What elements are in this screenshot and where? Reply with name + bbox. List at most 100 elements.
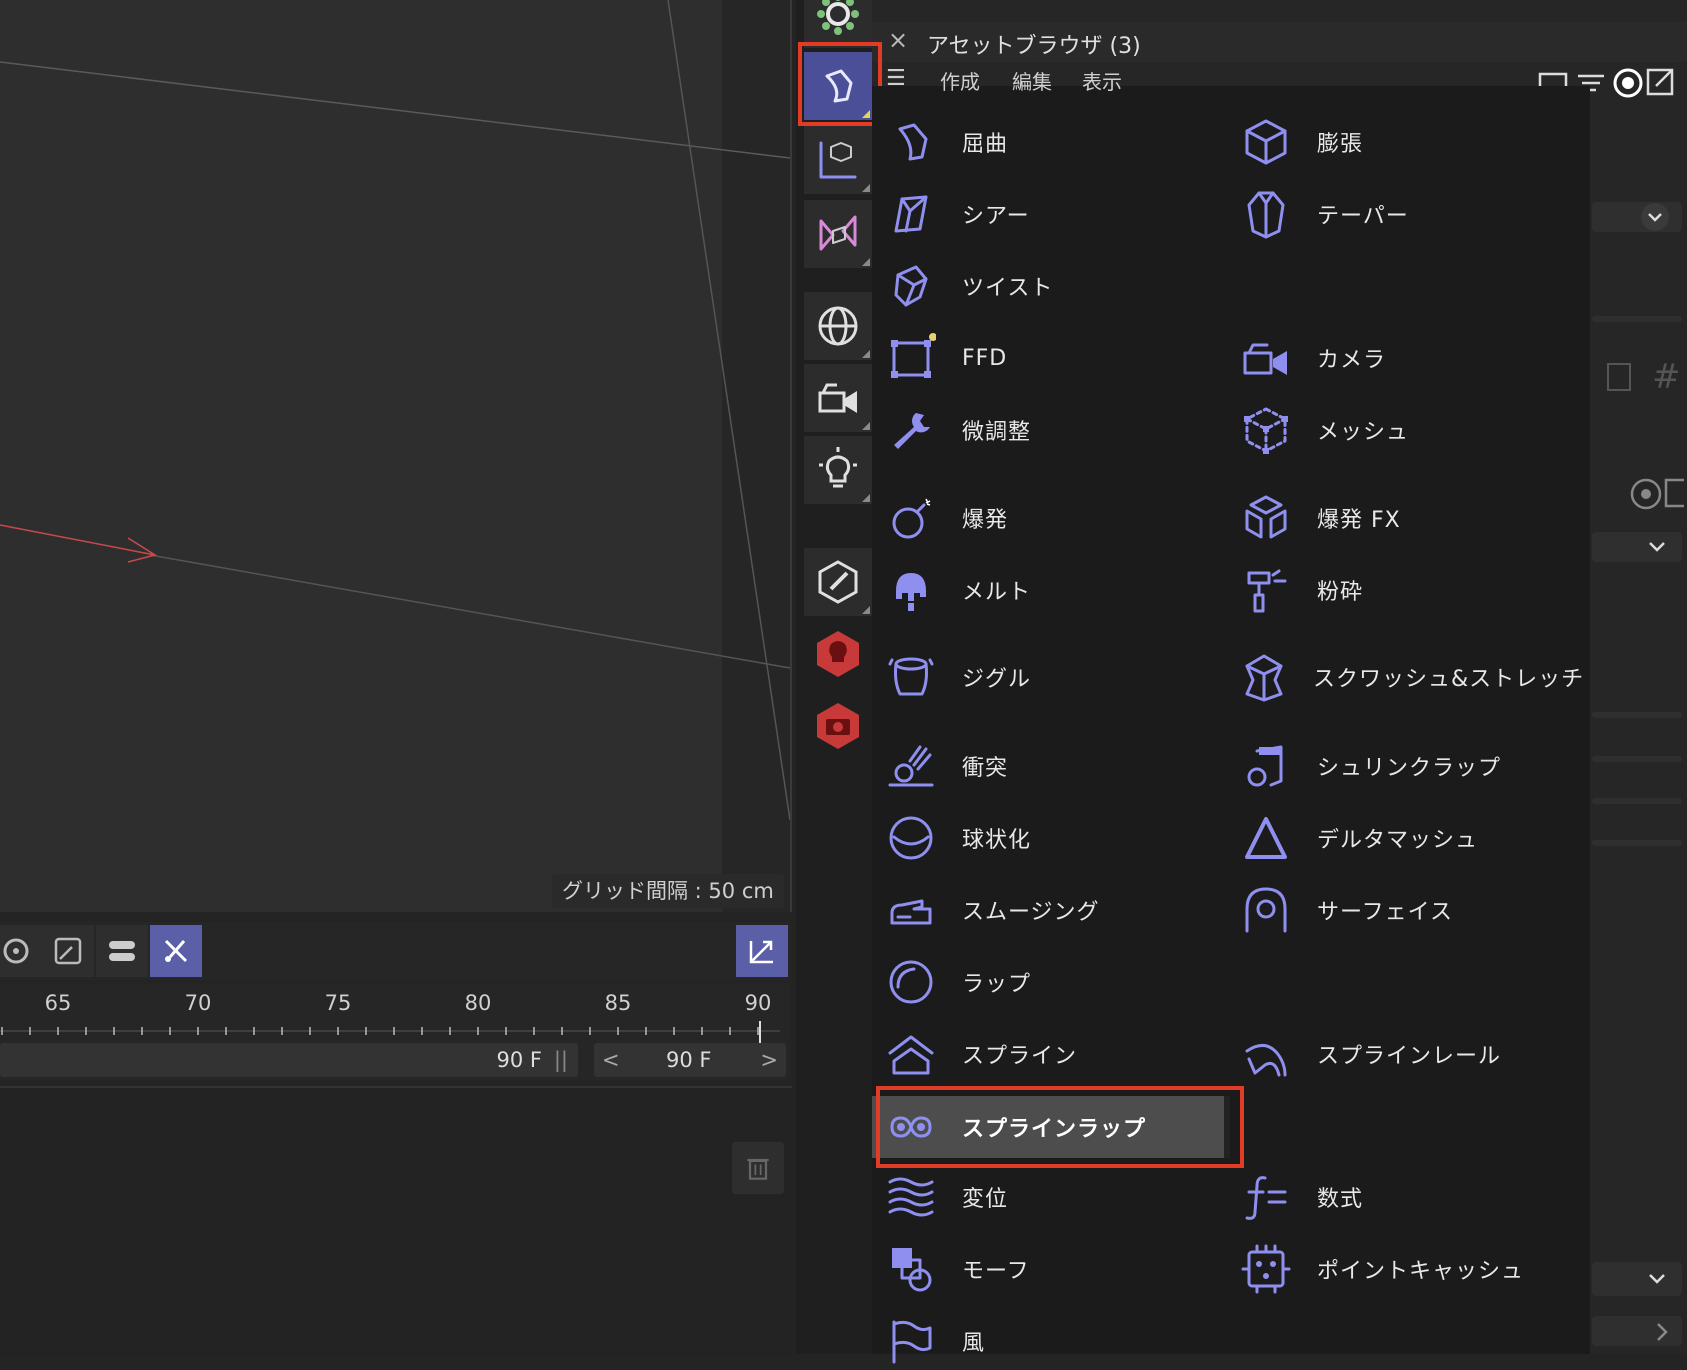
menu-item-spline-rail[interactable]: スプラインレール — [1227, 1025, 1577, 1083]
menu-item-shrink-wrap[interactable]: シュリンクラップ — [1227, 737, 1577, 795]
light-tool-button[interactable] — [804, 436, 872, 504]
collision-icon — [888, 745, 934, 787]
field-tool-button[interactable] — [804, 200, 872, 268]
squash-stretch-icon — [1245, 654, 1283, 702]
menu-item-shatter[interactable]: 粉砕 — [1227, 561, 1577, 619]
menu-item-shear[interactable]: シアー — [872, 185, 1222, 243]
menu-item-point-cache[interactable]: ポイントキャッシュ — [1227, 1240, 1577, 1298]
jiggle-icon — [888, 657, 934, 696]
render-camera-button[interactable] — [804, 692, 872, 760]
delete-button[interactable] — [732, 1142, 784, 1194]
bulge-icon — [1245, 119, 1287, 165]
spline-rail-icon — [1245, 1044, 1287, 1077]
snap-disable-button[interactable] — [150, 925, 202, 977]
camera-icon — [1243, 343, 1287, 375]
rotate-icon — [3, 938, 29, 964]
menu-item-melt[interactable]: メルト — [872, 561, 1222, 619]
grid-spacing-label: グリッド間隔 : 50 cm — [552, 874, 784, 908]
coordinate-tool-button[interactable] — [804, 126, 872, 194]
menu-item-wind[interactable]: 風 — [872, 1312, 1222, 1370]
render-light-button[interactable] — [804, 620, 872, 688]
timeline-tick-label: 70 — [184, 991, 212, 1015]
hamburger-icon[interactable]: ☰ — [886, 66, 906, 91]
next-frame-arrow[interactable]: > — [760, 1043, 778, 1077]
chevron-down-icon[interactable] — [1642, 532, 1672, 562]
menu-item-jiggle[interactable]: ジグル — [872, 648, 1222, 706]
menu-item-formula[interactable]: 数式 — [1227, 1168, 1577, 1226]
end-frame-field[interactable]: 90 F || — [0, 1043, 578, 1077]
viewport-grid-lines — [0, 0, 790, 821]
current-frame-field[interactable]: < 90 F > — [594, 1043, 786, 1077]
displacer-icon — [888, 1177, 934, 1217]
menu-item-collision[interactable]: 衝突 — [872, 737, 1222, 795]
menu-item-delta-mush[interactable]: デルタマッシュ — [1227, 809, 1577, 867]
menu-item-wrap[interactable]: ラップ — [872, 953, 1222, 1011]
menu-item-ffd[interactable]: FFD — [872, 329, 1222, 387]
surface-icon — [1245, 887, 1287, 933]
lower-panel — [0, 1086, 792, 1356]
environment-tool-button[interactable] — [804, 292, 872, 360]
menu-edit[interactable]: 編集 — [1012, 66, 1052, 95]
timeline-tick-label: 80 — [464, 991, 492, 1015]
menu-view[interactable]: 表示 — [1082, 66, 1122, 95]
tool-palette — [796, 0, 872, 1354]
shatter-icon — [1247, 569, 1287, 613]
globe-icon — [818, 306, 858, 346]
menu-item-displacer[interactable]: 変位 — [872, 1168, 1222, 1226]
close-icon[interactable]: × — [888, 26, 908, 54]
chevron-down-icon[interactable] — [1642, 1264, 1672, 1294]
menu-item-spline[interactable]: スプライン — [872, 1025, 1222, 1083]
snap-off-icon — [164, 939, 188, 963]
timeline-tick-label: 90 — [744, 991, 772, 1015]
wrap-icon — [889, 960, 933, 1004]
timeline[interactable]: 65 70 75 80 85 90 90 F || < 90 F > — [0, 985, 790, 1080]
prev-frame-arrow[interactable]: < — [602, 1043, 620, 1077]
workplane-button[interactable] — [42, 925, 94, 977]
menu-item-twist[interactable]: ツイスト — [872, 257, 1222, 315]
menu-item-squash-stretch[interactable]: スクワッシュ&ストレッチ — [1227, 648, 1583, 706]
light-bulb-icon — [819, 447, 857, 488]
menu-item-explosion-fx[interactable]: 爆発 FX — [1227, 489, 1577, 547]
target-link-icons[interactable] — [1604, 476, 1684, 516]
shrink-wrap-icon — [1247, 745, 1283, 787]
menu-item-explosion[interactable]: 爆発 — [872, 489, 1222, 547]
menu-item-smoothing[interactable]: スムージング — [872, 881, 1222, 939]
smoothing-icon — [890, 899, 932, 925]
taper-icon — [1247, 191, 1285, 239]
edit-tool-button[interactable] — [804, 548, 872, 616]
toggle-button[interactable] — [96, 925, 148, 977]
timeline-tick-label: 85 — [604, 991, 632, 1015]
workplane-icon — [54, 937, 82, 965]
bend-icon — [898, 123, 928, 161]
explosion-fx-icon — [1245, 495, 1287, 539]
menu-item-bulge[interactable]: 膨張 — [1227, 113, 1577, 171]
menu-item-taper[interactable]: テーパー — [1227, 185, 1577, 243]
chevron-right-icon[interactable] — [1650, 1318, 1674, 1346]
menu-item-spherify[interactable]: 球状化 — [872, 809, 1222, 867]
menu-item-surface[interactable]: サーフェイス — [1227, 881, 1577, 939]
melt-icon — [896, 573, 926, 611]
toggle-icon — [109, 941, 135, 961]
copy-hash-icons[interactable]: # — [1604, 356, 1684, 396]
trash-icon — [747, 1158, 769, 1180]
menu-create[interactable]: 作成 — [940, 66, 980, 95]
3d-viewport[interactable]: グリッド間隔 : 50 cm — [0, 0, 792, 912]
correction-icon — [894, 413, 930, 449]
rotate-snap-button[interactable] — [0, 925, 42, 977]
effector-tool-button[interactable] — [804, 0, 872, 48]
menu-item-mesh[interactable]: メッシュ — [1227, 401, 1577, 459]
timeline-ruler — [0, 1021, 780, 1043]
menu-item-morph[interactable]: モーフ — [872, 1240, 1222, 1298]
red-camera-icon — [817, 703, 859, 749]
menu-item-bend[interactable]: 屈曲 — [872, 113, 1222, 171]
menu-item-correction[interactable]: 微調整 — [872, 401, 1222, 459]
chevron-down-icon[interactable] — [1640, 202, 1670, 232]
timeline-tick-label: 75 — [324, 991, 352, 1015]
shear-icon — [894, 195, 928, 233]
selection-highlight-box — [876, 1086, 1244, 1168]
menu-item-camera[interactable]: カメラ — [1227, 329, 1577, 387]
camera-tool-button[interactable] — [804, 364, 872, 432]
selection-highlight-box — [798, 42, 882, 126]
axis-button[interactable] — [736, 925, 788, 977]
field-icon — [819, 215, 857, 251]
